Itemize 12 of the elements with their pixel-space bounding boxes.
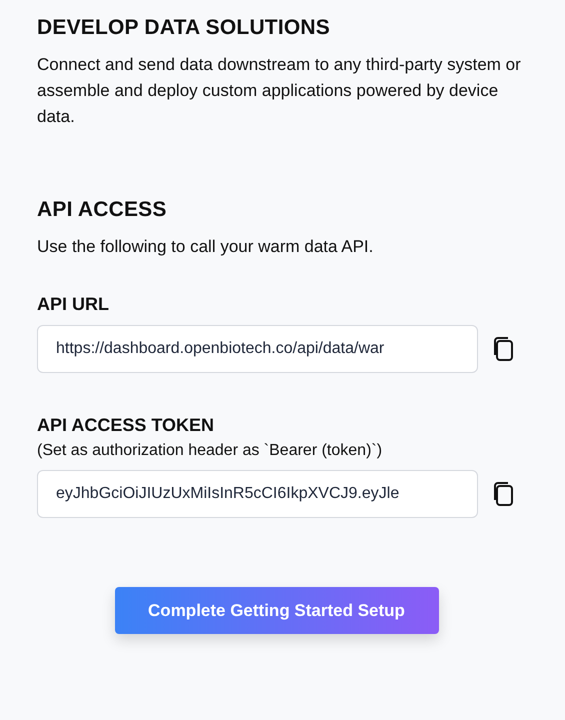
- section-heading: API ACCESS: [37, 198, 167, 222]
- field-label: API ACCESS TOKEN: [37, 415, 214, 436]
- input-field[interactable]: eyJhbGciOiJIUzUxMiIsInR5cCI6IkpXVCJ9.eyJle: [37, 470, 478, 518]
- field-label: API URL: [37, 294, 109, 315]
- section-description: Connect and send data downstream to any third-party system or assemble and deploy custom applications powered by device data.: [37, 54, 522, 128]
- complete-setup-button[interactable]: Complete Getting Started Setup: [114, 587, 438, 634]
- copy-icon[interactable]: [492, 336, 514, 362]
- section-description: Use the following to call your warm data API.: [37, 236, 374, 258]
- copy-icon[interactable]: [492, 481, 514, 507]
- field-hint: (Set as authorization header as `Bearer (token)`): [37, 442, 382, 460]
- section-heading: DEVELOP DATA SOLUTIONS: [37, 16, 330, 40]
- input-field[interactable]: https://dashboard.openbiotech.co/api/data/war: [37, 325, 478, 373]
